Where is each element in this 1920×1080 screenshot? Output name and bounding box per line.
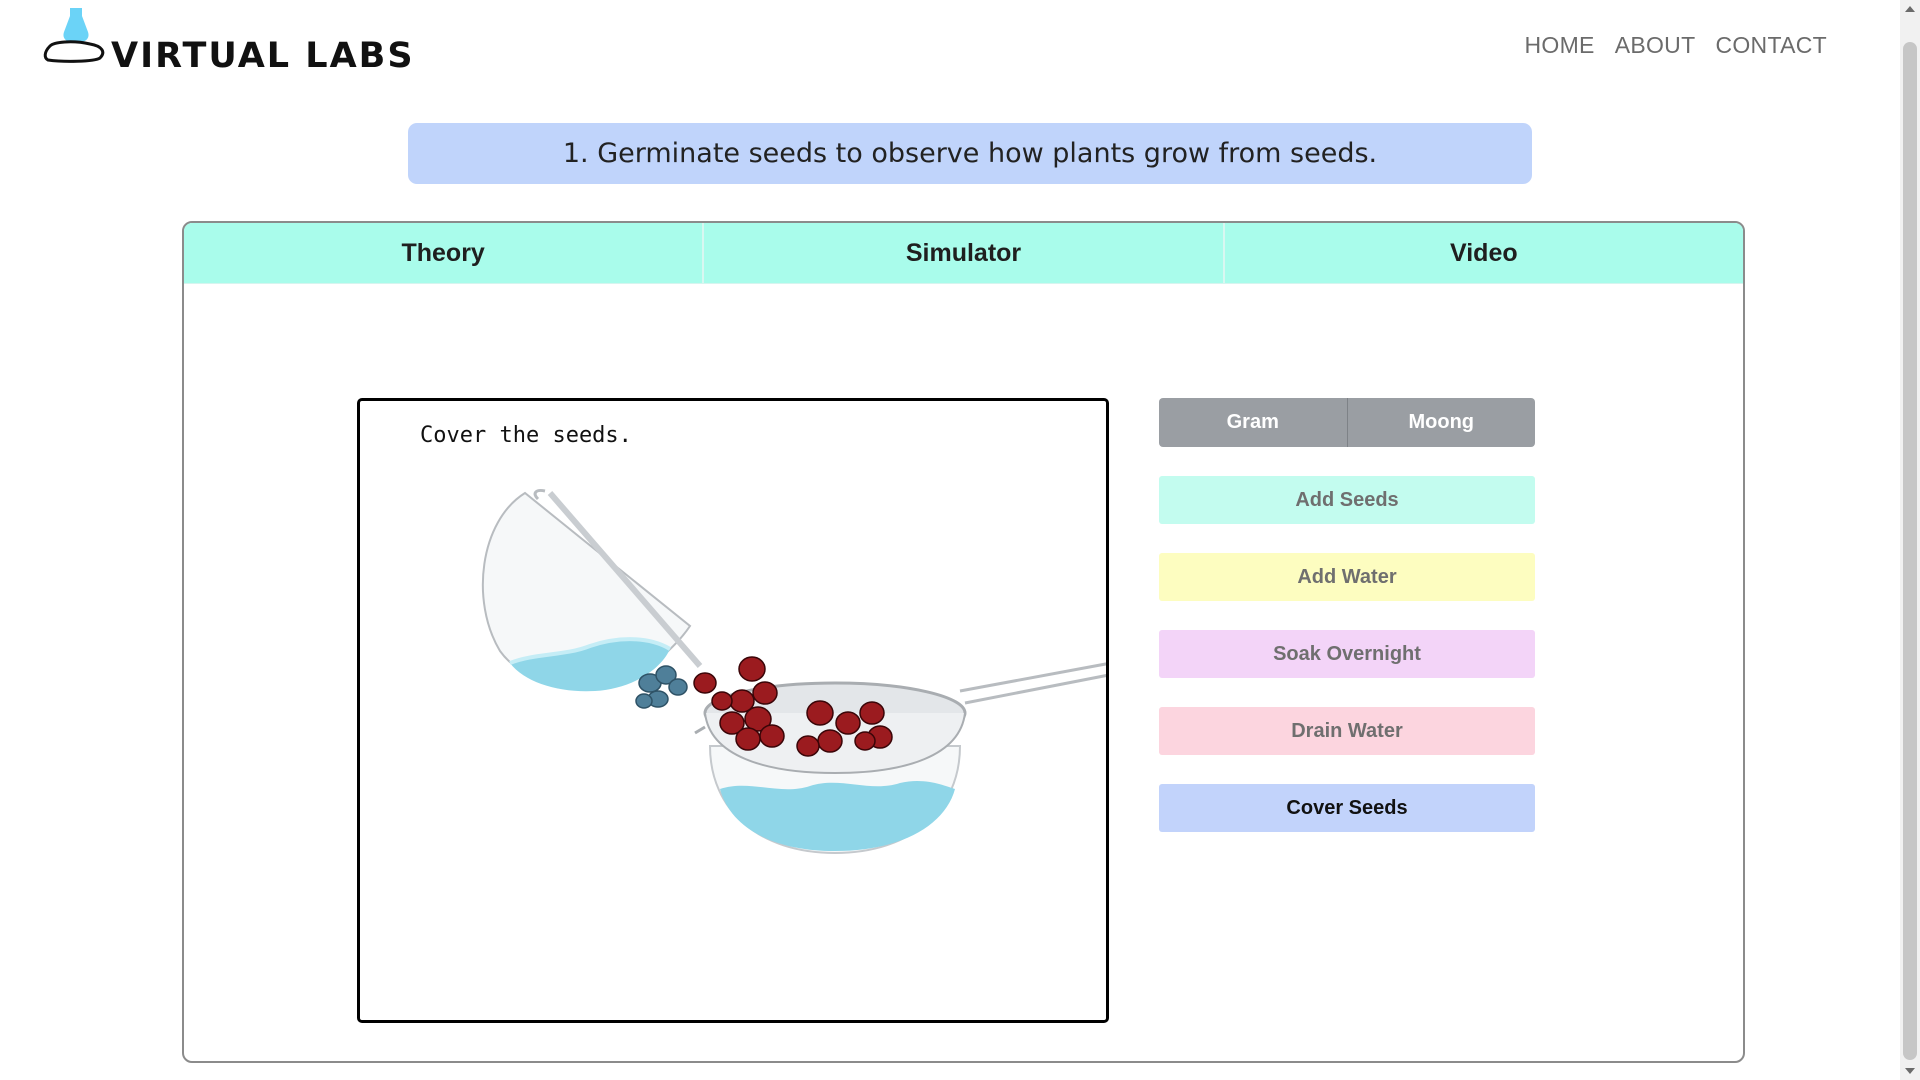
cover-seeds-button[interactable]: Cover Seeds <box>1159 784 1535 832</box>
tilted-bowl-icon <box>481 489 703 709</box>
drain-water-button[interactable]: Drain Water <box>1159 707 1535 755</box>
experiment-title-banner: 1. Germinate seeds to observe how plants… <box>408 123 1532 184</box>
simulation-stage: Cover the seeds. <box>357 398 1109 1023</box>
soak-overnight-button[interactable]: Soak Overnight <box>1159 630 1535 678</box>
page-scrollbar[interactable] <box>1900 0 1920 1080</box>
germination-illustration <box>481 489 1106 855</box>
top-nav: HOME ABOUT CONTACT <box>1525 32 1828 59</box>
strainer-bowl-icon <box>693 656 1106 855</box>
seed-type-selector: Gram Moong <box>1159 398 1535 447</box>
nav-contact[interactable]: CONTACT <box>1715 32 1827 59</box>
tab-simulator[interactable]: Simulator <box>704 223 1225 283</box>
add-water-button[interactable]: Add Water <box>1159 553 1535 601</box>
scroll-down-icon[interactable] <box>1905 1068 1915 1074</box>
simulator-controls: Gram Moong Add Seeds Add Water Soak Over… <box>1159 398 1535 832</box>
scroll-up-icon[interactable] <box>1905 6 1915 12</box>
add-seeds-button[interactable]: Add Seeds <box>1159 476 1535 524</box>
seed-type-moong-button[interactable]: Moong <box>1346 398 1535 447</box>
tab-video[interactable]: Video <box>1224 223 1743 283</box>
nav-home[interactable]: HOME <box>1525 32 1595 59</box>
scrollbar-thumb[interactable] <box>1903 42 1917 1060</box>
tab-theory[interactable]: Theory <box>184 223 705 283</box>
experiment-title: 1. Germinate seeds to observe how plants… <box>562 138 1378 169</box>
nav-about[interactable]: ABOUT <box>1615 32 1696 59</box>
logo-text: VIRTUAL LABS <box>111 36 415 76</box>
seed-type-gram-button[interactable]: Gram <box>1159 398 1347 447</box>
tab-bar: Theory Simulator Video <box>184 223 1743 284</box>
